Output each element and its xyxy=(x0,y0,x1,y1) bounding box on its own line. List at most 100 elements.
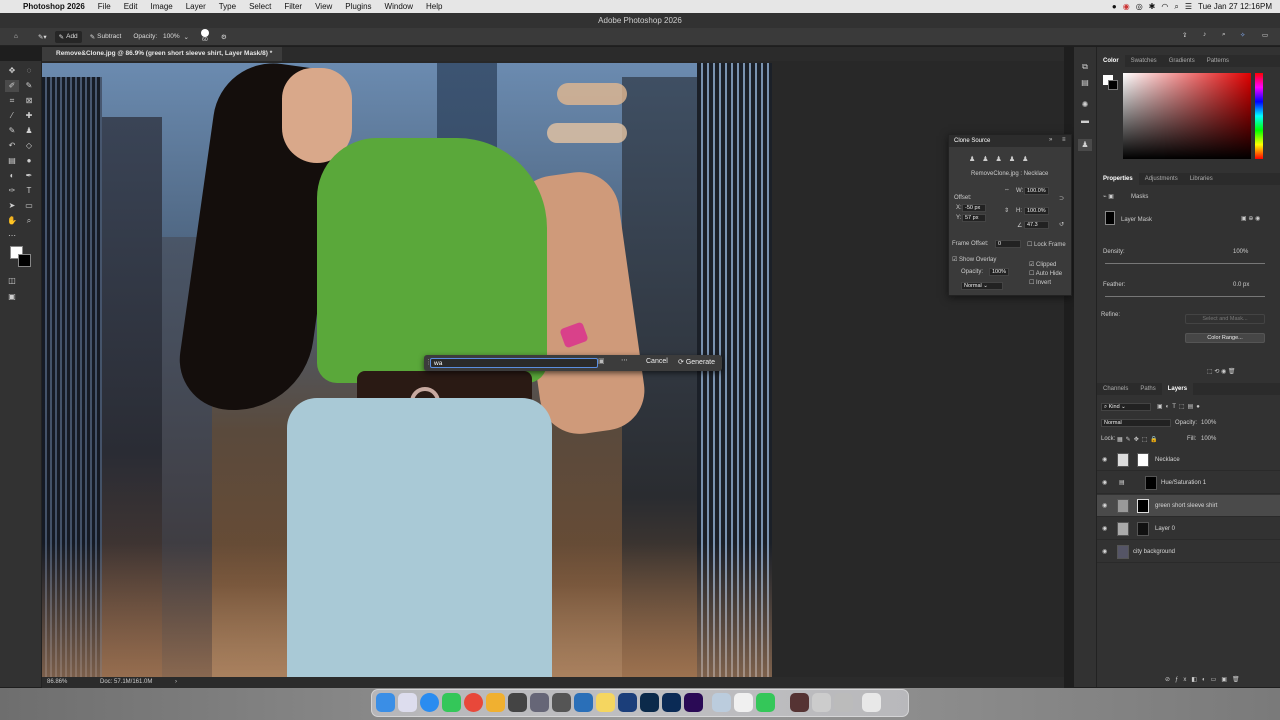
tab-patterns[interactable]: Patterns xyxy=(1201,55,1235,67)
select-and-mask-button[interactable]: Select and Mask... xyxy=(1185,314,1265,324)
masks-icon[interactable]: ⌁ ▣ xyxy=(1103,193,1114,200)
recent-window-icon[interactable] xyxy=(790,693,809,712)
safari-icon[interactable] xyxy=(420,693,439,712)
menu-view[interactable]: View xyxy=(315,2,332,11)
menu-app[interactable]: Photoshop 2026 xyxy=(23,2,85,11)
recent-window-icon[interactable] xyxy=(812,693,831,712)
launchpad-icon[interactable] xyxy=(398,693,417,712)
quicktime-icon[interactable] xyxy=(574,693,593,712)
wifi-icon[interactable]: ◠ xyxy=(1161,2,1168,11)
layer-actions-icons[interactable]: ⊘ƒx◧◐▭▣🗑 xyxy=(1165,676,1245,683)
tab-color[interactable]: Color xyxy=(1097,55,1125,67)
spotlight-icon[interactable]: ⌕ xyxy=(1174,2,1178,12)
menu-layer[interactable]: Layer xyxy=(186,2,206,11)
status-arrow-icon[interactable]: › xyxy=(175,677,177,688)
finder-icon[interactable] xyxy=(376,693,395,712)
layer-filter-kind[interactable]: ⌕ Kind ⌄ xyxy=(1101,403,1151,411)
photos-icon[interactable] xyxy=(486,693,505,712)
quick-select-tool-icon[interactable]: ✎ xyxy=(22,80,36,92)
brush-preset-icon[interactable]: ✎▾ xyxy=(34,31,51,43)
visibility-eye-icon[interactable]: ◉ xyxy=(1102,495,1107,517)
density-slider[interactable] xyxy=(1105,263,1265,264)
stamp-tool-icon[interactable]: ♟ xyxy=(22,125,36,137)
show-overlay-checkbox[interactable]: ☑ Show Overlay xyxy=(952,256,996,263)
info-icon[interactable]: ▬ xyxy=(1078,115,1092,127)
tab-channels[interactable]: Channels xyxy=(1097,383,1134,395)
adjust-icon[interactable]: ✺ xyxy=(1078,99,1092,111)
workspace-icon[interactable]: ▭ xyxy=(1262,31,1268,39)
crop-tool-icon[interactable]: ⌗ xyxy=(5,95,19,107)
menu-plugins[interactable]: Plugins xyxy=(345,2,371,11)
collapse-icon[interactable]: » xyxy=(1049,137,1052,143)
search-status-icon[interactable]: ◎ xyxy=(1136,2,1143,11)
layer-filter-icons[interactable]: ▣◐T⬚▤● xyxy=(1157,403,1203,410)
hue-slider[interactable] xyxy=(1255,73,1263,159)
app-icon[interactable] xyxy=(508,693,527,712)
record-icon[interactable]: ● xyxy=(1112,2,1117,11)
tab-swatches[interactable]: Swatches xyxy=(1125,55,1163,67)
menu-filter[interactable]: Filter xyxy=(284,2,302,11)
tab-layers[interactable]: Layers xyxy=(1161,383,1194,395)
menu-window[interactable]: Window xyxy=(385,2,413,11)
marquee-tool-icon[interactable]: ◌ xyxy=(22,65,36,77)
gradient-tool-icon[interactable]: ▤ xyxy=(5,155,19,167)
cancel-button[interactable]: Cancel xyxy=(646,358,668,365)
doc-size[interactable]: Doc: 57.1M/161.0M xyxy=(100,677,152,688)
zoom-tool-icon[interactable]: ⌕ xyxy=(22,215,36,227)
tab-adjustments[interactable]: Adjustments xyxy=(1139,173,1184,185)
discover-icon[interactable]: ✧ xyxy=(1240,31,1245,39)
notes-icon[interactable] xyxy=(596,693,615,712)
panel-menu-icon[interactable]: ≡ xyxy=(1062,137,1066,143)
visibility-eye-icon[interactable]: ◉ xyxy=(1102,541,1107,563)
chrome-icon[interactable] xyxy=(464,693,483,712)
subtract-mode-button[interactable]: ✎ Subtract xyxy=(86,31,126,43)
auto-hide-checkbox[interactable]: ☐ Auto Hide xyxy=(1029,270,1062,277)
history-brush-tool-icon[interactable]: ↶ xyxy=(5,140,19,152)
home-icon[interactable]: ⌂ xyxy=(10,31,22,43)
layer-opacity-value[interactable]: 100% xyxy=(1201,420,1216,426)
prompt-input[interactable]: wa xyxy=(430,358,598,368)
move-tool-icon[interactable]: ✥ xyxy=(5,65,19,77)
feather-slider[interactable] xyxy=(1105,296,1265,297)
menu-edit[interactable]: Edit xyxy=(124,2,138,11)
layer-mask-thumb[interactable] xyxy=(1105,211,1115,225)
bg-color-chip[interactable] xyxy=(1108,80,1118,90)
path-select-tool-icon[interactable]: ➤ xyxy=(5,200,19,212)
background-color-swatch[interactable] xyxy=(18,254,31,267)
dodge-tool-icon[interactable]: ◐ xyxy=(5,170,19,182)
height-field[interactable]: 100.0% xyxy=(1024,207,1049,215)
menu-file[interactable]: File xyxy=(98,2,111,11)
brush-size-picker[interactable]: 60 xyxy=(197,28,213,45)
layer-row[interactable]: ◉ Layer 0 xyxy=(1097,518,1280,540)
search-icon[interactable]: ⌕ xyxy=(1222,31,1226,39)
layer-blend-mode[interactable]: Normal xyxy=(1101,419,1171,427)
tab-paths[interactable]: Paths xyxy=(1134,383,1161,395)
overlay-opacity-field[interactable]: 100% xyxy=(989,268,1009,276)
comments-icon[interactable]: ▤ xyxy=(1078,77,1092,89)
lasso-tool-icon[interactable]: ✐ xyxy=(5,80,19,92)
clone-source-icon[interactable]: ♟ xyxy=(1078,139,1092,151)
history-icon[interactable]: ⧉ xyxy=(1078,61,1092,73)
premiere-icon[interactable] xyxy=(684,693,703,712)
offset-y-field[interactable]: 57 px xyxy=(962,214,986,222)
type-tool-icon[interactable]: ✑ xyxy=(5,185,19,197)
menu-image[interactable]: Image xyxy=(150,2,172,11)
lock-frame-checkbox[interactable]: ☐ Lock Frame xyxy=(1027,241,1066,248)
blur-tool-icon[interactable]: ● xyxy=(22,155,36,167)
feather-value[interactable]: 0.0 px xyxy=(1233,282,1249,288)
hand-tool-icon[interactable]: ✋ xyxy=(5,215,19,227)
screen-mode-icon[interactable]: ▣ xyxy=(5,291,19,303)
preview-icon[interactable] xyxy=(712,693,731,712)
color-range-button[interactable]: Color Range... xyxy=(1185,333,1265,343)
menu-select[interactable]: Select xyxy=(249,2,271,11)
creative-cloud-icon[interactable]: ◉ xyxy=(1123,2,1130,11)
visibility-eye-icon[interactable]: ◉ xyxy=(1102,449,1107,471)
settings-gear-icon[interactable]: ⚙ xyxy=(217,31,231,43)
offset-x-field[interactable]: -50 px xyxy=(962,204,986,212)
layer-row[interactable]: ◉ city background xyxy=(1097,541,1280,563)
layer-row[interactable]: ◉ green short sleeve shirt xyxy=(1097,495,1280,517)
recent-window-icon[interactable] xyxy=(834,693,853,712)
fill-value[interactable]: 100% xyxy=(1201,436,1216,442)
layer-row[interactable]: ◉ ▤ Hue/Saturation 1 xyxy=(1097,472,1280,494)
angle-field[interactable]: 47.3 xyxy=(1024,221,1049,229)
